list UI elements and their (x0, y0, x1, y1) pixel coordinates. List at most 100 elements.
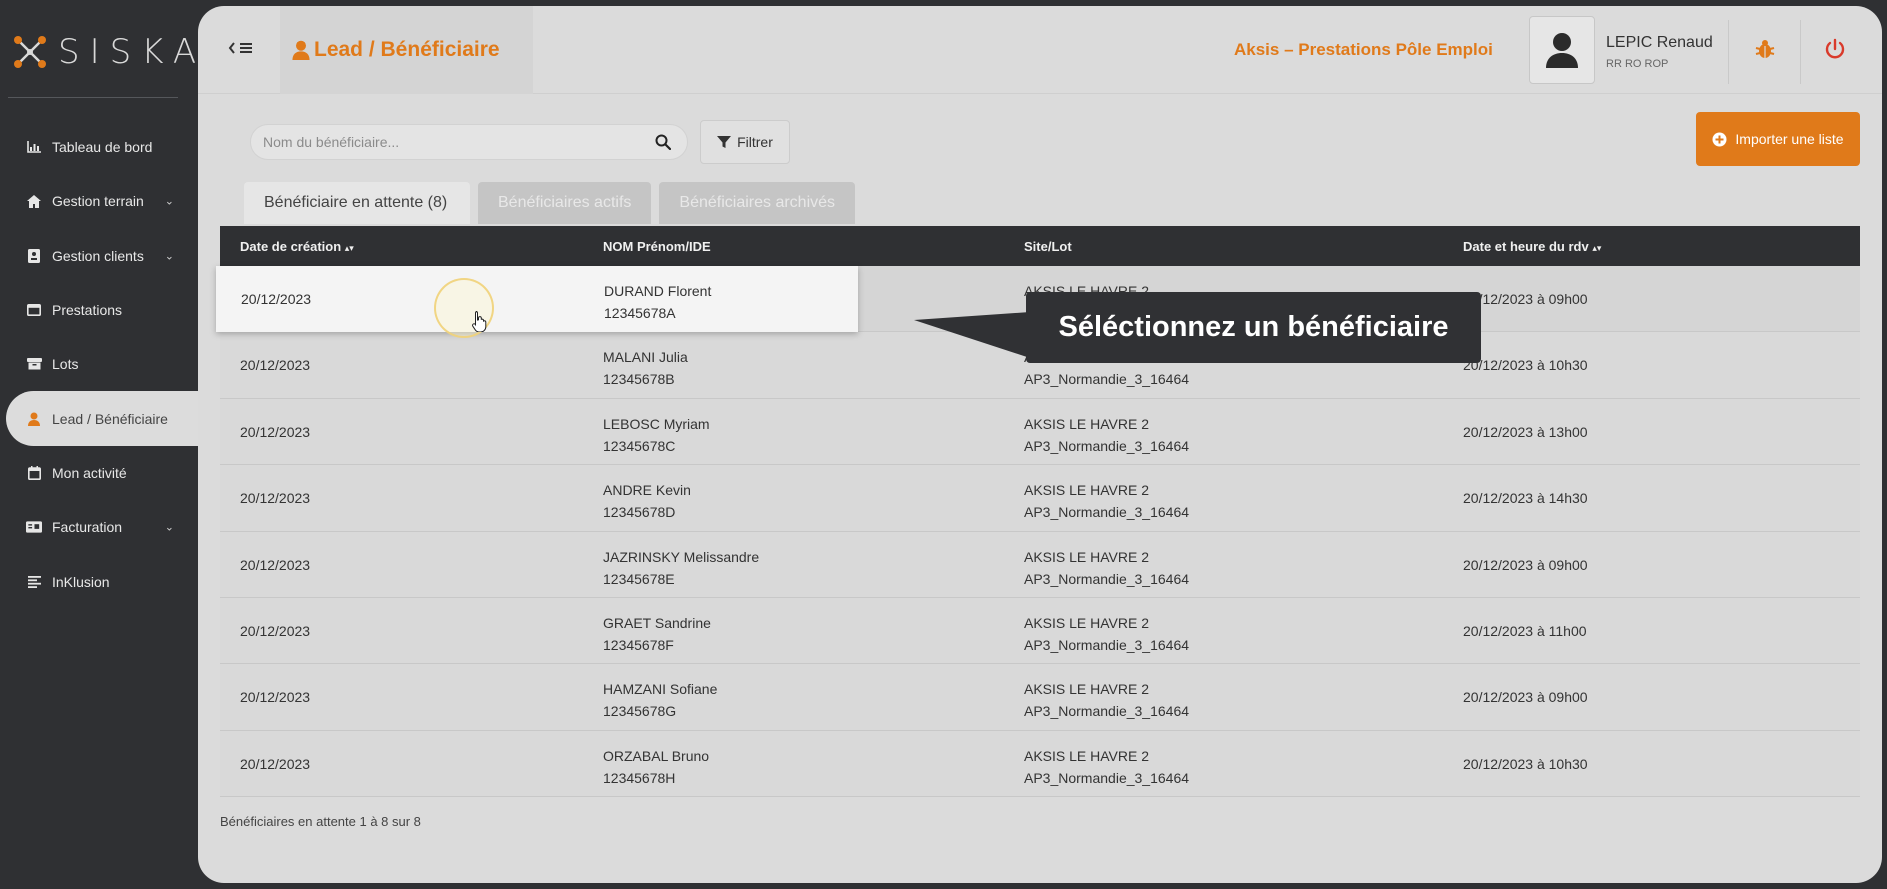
row-lot: AP3_Normandie_3_16464 (1024, 570, 1190, 587)
row-rdv: 20/12/2023 à 11h00 (1463, 622, 1587, 639)
filter-label: Filtrer (737, 134, 773, 150)
row-rdv: 20/12/2023 à 10h30 (1463, 357, 1588, 374)
row-ide: 12345678D (603, 504, 676, 521)
row-site: AKSIS LE HAVRE 2 (1024, 614, 1150, 631)
row-date: 20/12/2023 (240, 423, 311, 440)
column-header-site-lot: Site/Lot (1024, 238, 1072, 254)
sidebar-item-label: Gestion clients (52, 247, 144, 264)
tab-beneficiaires-actifs[interactable]: Bénéficiaires actifs (478, 182, 652, 224)
import-list-button[interactable]: Importer une liste (1696, 112, 1860, 166)
sidebar-item-label: Facturation (52, 519, 123, 536)
row-ide: 12345678H (603, 769, 676, 786)
collapse-sidebar-button[interactable] (228, 40, 256, 61)
logout-button[interactable] (1824, 38, 1846, 65)
sidebar-item-mon-activite[interactable]: Mon activité (0, 446, 198, 500)
chevron-down-icon[interactable]: ⌄ (165, 521, 174, 534)
bug-report-button[interactable] (1754, 38, 1776, 65)
row-name: ORZABAL Bruno (603, 747, 710, 764)
logo-mark-icon (14, 36, 46, 68)
row-name-ide: JAZRINSKY Melissandre 12345678E (603, 546, 759, 590)
chevron-down-icon[interactable]: ⌄ (165, 249, 174, 262)
highlighted-table-row[interactable]: 20/12/2023 DURAND Florent 12345678A (216, 266, 858, 332)
tab-beneficiaires-archives[interactable]: Bénéficiaires archivés (659, 182, 856, 224)
chevron-down-icon[interactable]: ⌄ (165, 195, 174, 208)
row-name-ide: MALANI Julia 12345678B (603, 346, 688, 390)
column-header-date-rdv[interactable]: Date et heure du rdv ▴▾ (1463, 239, 1601, 254)
power-icon (1825, 38, 1845, 59)
table-row[interactable]: 20/12/2023 JAZRINSKY Melissandre 12345678E… (220, 531, 1860, 598)
sidebar: SISKA Tableau de bord Gestion terrain ⌄ … (0, 0, 198, 889)
row-site: AKSIS LE HAVRE 2 (1024, 747, 1150, 764)
row-rdv: 20/12/2023 à 09h00 (1463, 291, 1588, 307)
plus-circle-icon (1712, 132, 1727, 146)
sidebar-item-lots[interactable]: Lots (0, 337, 198, 391)
invoice-icon (26, 519, 42, 535)
window-icon (26, 302, 42, 318)
row-lot: AP3_Normandie_3_16464 (1024, 769, 1190, 786)
row-rdv: 20/12/2023 à 13h00 (1463, 423, 1588, 440)
row-site-lot: AKSIS LE HAVRE 2 AP3_Normandie_3_16464 (1024, 678, 1189, 722)
sidebar-item-inklusion[interactable]: InKlusion (0, 554, 198, 608)
logo-text: SISKA (58, 32, 207, 72)
sidebar-item-prestations[interactable]: Prestations (0, 283, 198, 337)
row-site-lot: AKSIS LE HAVRE 2 AP3_Normandie_3_16464 (1024, 479, 1189, 523)
main-panel: Lead / Bénéficiaire Aksis – Prestations … (198, 6, 1882, 883)
table-row[interactable]: 20/12/2023 GRAET Sandrine 12345678F AKSIS L… (220, 597, 1860, 665)
row-date: 20/12/2023 (240, 755, 311, 772)
sidebar-item-label: Tableau de bord (52, 139, 153, 156)
sidebar-item-label: Lead / Bénéficiaire (52, 410, 168, 427)
row-date: 20/12/2023 (241, 291, 312, 307)
import-label: Importer une liste (1735, 131, 1844, 147)
page-title-tab: Lead / Bénéficiaire (280, 6, 533, 94)
row-rdv: 20/12/2023 à 09h00 (1463, 689, 1588, 706)
search-box (250, 124, 688, 160)
organization-name: Aksis – Prestations Pôle Emploi (1234, 40, 1493, 59)
table-header: Date de création ▴▾ NOM Prénom/IDE Site/… (220, 226, 1860, 266)
row-site: AKSIS LE HAVRE 2 (1024, 415, 1150, 432)
row-lot: AP3_Normandie_3_16464 (1024, 636, 1190, 653)
person-icon (292, 40, 310, 60)
calendar-icon (26, 465, 42, 481)
sidebar-item-facturation[interactable]: Facturation ⌄ (0, 500, 198, 554)
tab-beneficiaires-en-attente[interactable]: Bénéficiaire en attente (8) (244, 182, 470, 224)
row-name: HAMZANI Sofiane (603, 681, 718, 698)
row-name: ANDRE Kevin (603, 482, 691, 499)
table-row[interactable]: 20/12/2023 ANDRE Kevin 12345678D AKSIS LE H… (220, 465, 1860, 532)
row-name: MALANI Julia (603, 349, 688, 366)
search-icon[interactable] (655, 134, 672, 155)
filter-button[interactable]: Filtrer (700, 120, 790, 164)
row-site: AKSIS LE HAVRE 2 (1024, 681, 1150, 698)
sidebar-item-gestion-terrain[interactable]: Gestion terrain ⌄ (0, 174, 198, 228)
header-divider (1728, 20, 1729, 84)
table-row[interactable]: 20/12/2023 HAMZANI Sofiane 12345678G AKSIS … (220, 664, 1860, 731)
table-row[interactable]: 20/12/2023 ORZABAL Bruno 12345678H AKSIS LE… (220, 730, 1860, 798)
siska-logo[interactable]: SISKA (12, 32, 206, 72)
user-icon (1546, 33, 1578, 68)
column-header-date-creation[interactable]: Date de création ▴▾ (240, 239, 354, 254)
search-input[interactable] (263, 134, 643, 150)
funnel-icon (717, 136, 732, 148)
bug-icon (1755, 40, 1775, 58)
row-name: LEBOSC Myriam (603, 415, 710, 432)
sidebar-item-tableau-de-bord[interactable]: Tableau de bord (0, 120, 198, 174)
sidebar-item-lead-beneficiaire[interactable]: Lead / Bénéficiaire (6, 391, 198, 446)
row-date: 20/12/2023 (240, 689, 311, 706)
row-site-lot: AKSIS LE HAVRE 2 AP3_Normandie_3_16464 (1024, 745, 1189, 789)
avatar[interactable] (1529, 16, 1595, 84)
row-lot: AP3_Normandie_3_16464 (1024, 371, 1190, 388)
row-name-ide: LEBOSC Myriam 12345678C (603, 413, 710, 457)
page-title: Lead / Bénéficiaire (314, 38, 500, 61)
callout-pointer (914, 312, 1030, 358)
table-row[interactable]: 20/12/2023 LEBOSC Myriam 12345678C AKSIS LE… (220, 398, 1860, 466)
tab-bar: Bénéficiaire en attente (8) Bénéficiaire… (244, 182, 856, 224)
row-ide: 12345678B (603, 371, 675, 388)
row-site: AKSIS LE HAVRE 2 (1024, 548, 1150, 565)
user-name: LEPIC Renaud (1606, 34, 1713, 51)
row-lot: AP3_Normandie_3_16464 (1024, 703, 1190, 720)
row-ide: 12345678C (603, 437, 676, 454)
row-rdv: 20/12/2023 à 09h00 (1463, 556, 1588, 573)
sidebar-nav: Tableau de bord Gestion terrain ⌄ Gestio… (0, 120, 198, 609)
box-icon (26, 356, 42, 372)
sidebar-item-gestion-clients[interactable]: Gestion clients ⌄ (0, 229, 198, 283)
user-role: RR RO ROP (1606, 58, 1669, 70)
